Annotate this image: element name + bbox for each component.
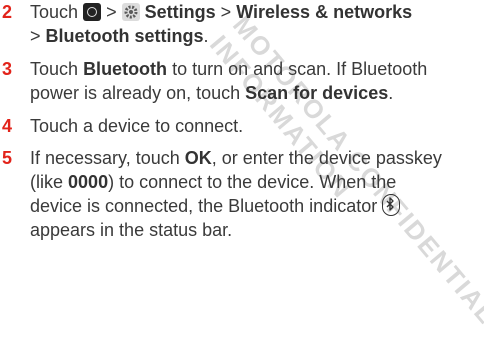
passkey-code: 0000 (68, 172, 109, 192)
menu-key-icon (83, 3, 102, 21)
bluetooth-label: Bluetooth (83, 59, 168, 79)
separator: > (220, 2, 232, 22)
step-text: If necessary, touch (30, 148, 180, 168)
step-5-line-2: (like 0000) to connect to the device. Wh… (30, 170, 396, 194)
step-text: , or enter the device passkey (211, 148, 442, 168)
ok-label: OK (184, 148, 212, 168)
step-text: Touch a device to connect. (30, 116, 244, 136)
step-number: 2 (2, 2, 13, 22)
step-text: ) to connect to the device. When the (108, 172, 397, 192)
bluetooth-settings-label: Bluetooth settings (45, 26, 204, 46)
step-text: appears in the status bar. (30, 220, 233, 240)
step-2-line-1: Touch > Settings > Wireless & networks (30, 0, 412, 24)
step-text: (like (30, 172, 64, 192)
step-3-line-1: Touch Bluetooth to turn on and scan. If … (30, 57, 427, 81)
settings-label: Settings (144, 2, 216, 22)
step-text: Touch (30, 59, 79, 79)
step-text: device is connected, the Bluetooth indic… (30, 196, 378, 216)
step-3-line-2: power is already on, touch Scan for devi… (30, 81, 393, 105)
bluetooth-icon (382, 194, 401, 216)
separator: > (106, 2, 117, 22)
step-number: 4 (2, 116, 13, 136)
step-text: Touch (30, 2, 79, 22)
settings-gear-icon (121, 3, 140, 21)
step-2-line-2: > Bluetooth settings. (30, 24, 209, 48)
step-text: power is already on, touch (30, 83, 241, 103)
step-4-line-1: Touch a device to connect. (30, 114, 243, 138)
step-number: 3 (2, 59, 13, 79)
step-5-line-3: device is connected, the Bluetooth indic… (30, 194, 401, 218)
wireless-networks-label: Wireless & networks (236, 2, 413, 22)
period: . (203, 26, 209, 46)
step-5-line-1: If necessary, touch OK, or enter the dev… (30, 146, 442, 170)
separator: > (30, 26, 41, 46)
period: . (388, 83, 394, 103)
scan-for-devices-label: Scan for devices (245, 83, 389, 103)
step-5-line-4: appears in the status bar. (30, 218, 232, 242)
step-number: 5 (2, 148, 13, 168)
step-text: to turn on and scan. If Bluetooth (172, 59, 428, 79)
